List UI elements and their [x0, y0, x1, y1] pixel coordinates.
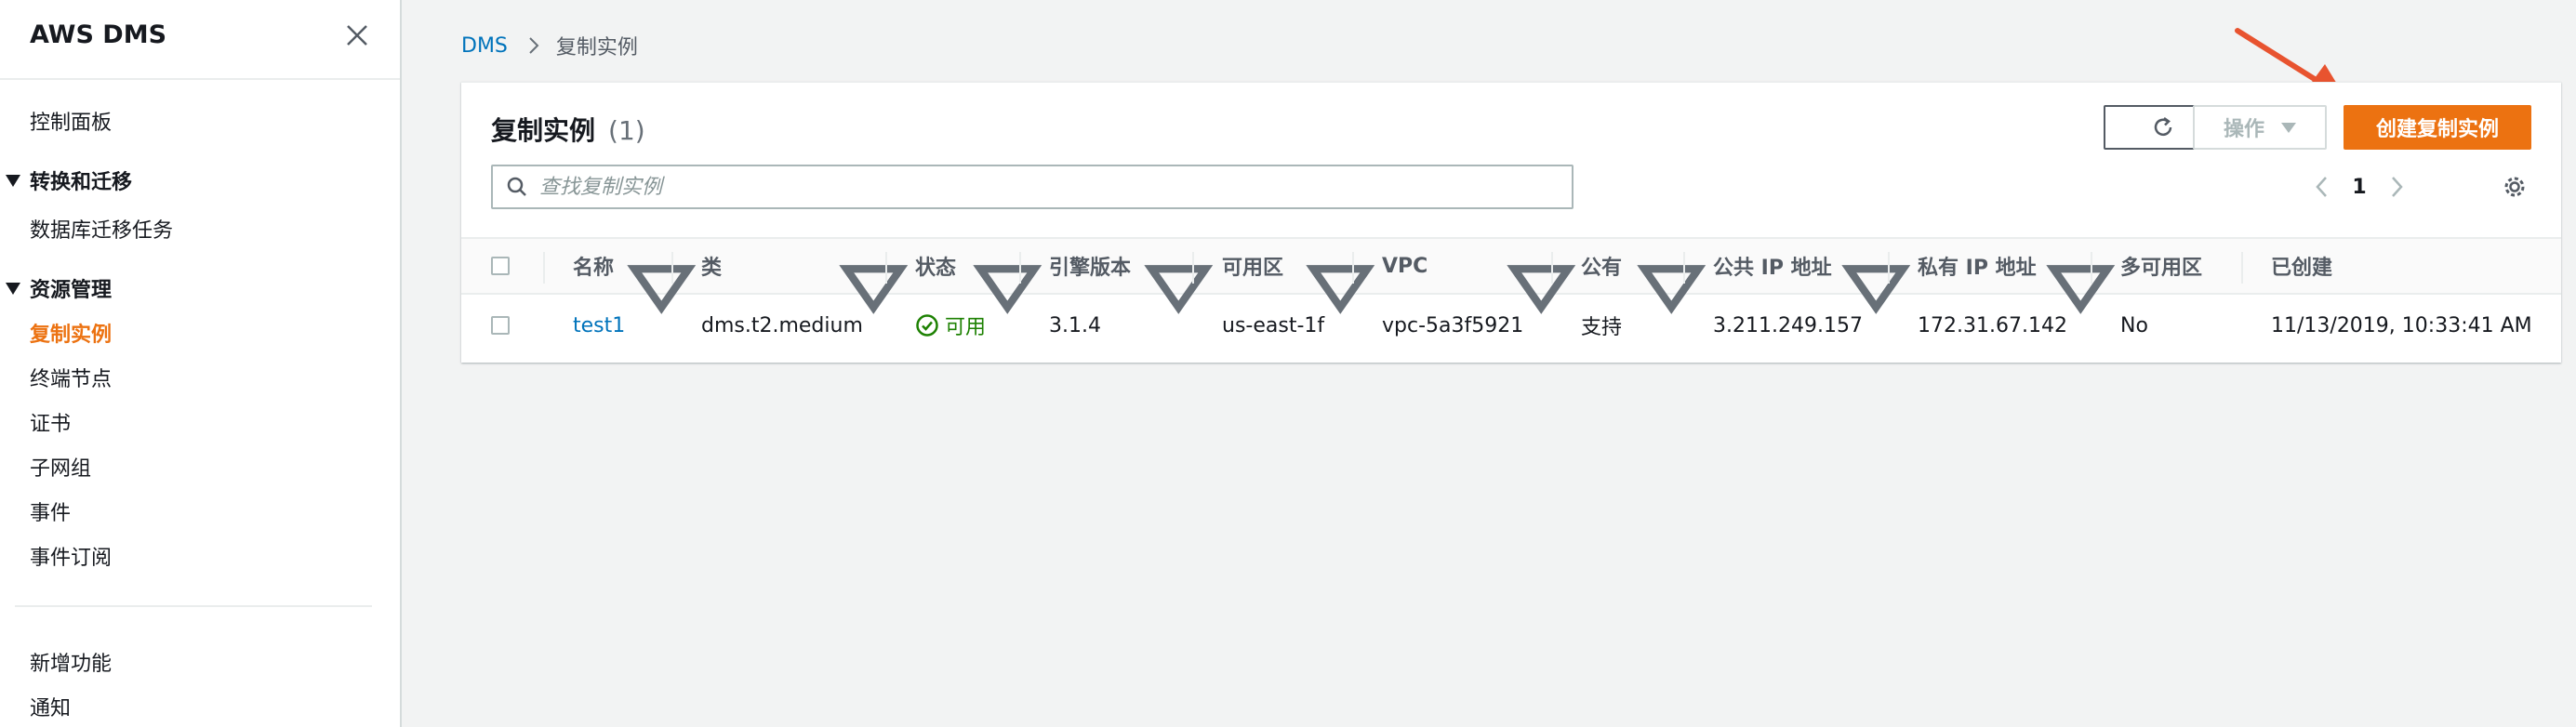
breadcrumb-current: 复制实例: [555, 36, 638, 59]
current-page-number[interactable]: 1: [2336, 176, 2383, 199]
caret-down-icon: [2281, 122, 2296, 133]
cell-private-ip: 172.31.67.142: [1918, 313, 2067, 337]
cell-class: dms.t2.medium: [701, 313, 863, 337]
caret-down-icon: [6, 282, 20, 295]
row-checkbox-cell: [491, 295, 510, 356]
cell-created: 11/13/2019, 10:33:41 AM: [2271, 313, 2532, 337]
sidebar-item-dashboard[interactable]: 控制面板: [30, 106, 112, 136]
replication-instances-panel: 复制实例 (1) 操作 创建复制实例 1: [461, 82, 2561, 363]
column-divider: [1551, 252, 1553, 284]
actions-dropdown-button[interactable]: 操作: [2193, 105, 2327, 150]
column-label: 私有 IP 地址: [1918, 257, 2037, 280]
sidebar-item-certificates[interactable]: 证书: [30, 407, 71, 437]
cell-public-ip: 3.211.249.157: [1713, 313, 1863, 337]
close-icon[interactable]: [344, 22, 370, 48]
column-label: 可用区: [1222, 257, 1284, 280]
caret-down-icon: [6, 174, 20, 187]
sidebar-divider: [15, 605, 372, 607]
column-label: 名称: [573, 257, 615, 280]
cell-status: 可用: [915, 295, 986, 356]
cell-vpc: vpc-5a3f5921: [1382, 313, 1524, 337]
column-header-created[interactable]: 已创建: [2271, 239, 2332, 293]
settings-gear-icon[interactable]: [2500, 172, 2530, 202]
sidebar-item-endpoints[interactable]: 终端节点: [30, 363, 112, 392]
sidebar-section-resources[interactable]: 资源管理: [6, 273, 112, 303]
breadcrumb-dms-link[interactable]: DMS: [461, 34, 508, 58]
status-badge: 可用: [915, 311, 986, 340]
instance-count: (1): [608, 115, 645, 146]
column-header-status[interactable]: 状态: [915, 239, 956, 293]
next-page-button[interactable]: [2383, 168, 2410, 205]
search-icon: [507, 177, 526, 196]
sidebar-item-event-subscriptions[interactable]: 事件订阅: [30, 541, 112, 571]
previous-page-button[interactable]: [2308, 168, 2336, 205]
table-row[interactable]: test1 dms.t2.medium 可用 3.1.4 us-east-1f …: [461, 295, 2561, 356]
column-label: 公有: [1581, 257, 1623, 280]
page-title: 复制实例 (1): [491, 111, 645, 148]
chevron-right-icon: [2392, 177, 2403, 197]
column-label: 公共 IP 地址: [1713, 257, 1832, 280]
chevron-left-icon: [2316, 177, 2327, 197]
sidebar-section-migration[interactable]: 转换和迁移: [6, 165, 132, 195]
panel-title-text: 复制实例: [491, 115, 596, 146]
cell-availability-zone: us-east-1f: [1222, 313, 1325, 337]
column-divider: [1352, 252, 1354, 284]
breadcrumb: DMS 复制实例: [461, 31, 638, 60]
column-header-class[interactable]: 类: [701, 239, 722, 293]
sidebar-header: AWS DMS: [0, 0, 400, 80]
column-label: VPC: [1382, 254, 1428, 278]
search-box[interactable]: [491, 165, 1573, 209]
column-header-multi-az[interactable]: 多可用区: [2120, 239, 2202, 293]
sidebar: AWS DMS 控制面板 转换和迁移 数据库迁移任务 资源管理 复制实例 终端节…: [0, 0, 402, 727]
column-header-public-ip[interactable]: 公共 IP 地址: [1713, 239, 1832, 293]
column-label: 类: [701, 257, 723, 280]
column-divider: [2091, 252, 2092, 284]
sidebar-section-label: 转换和迁移: [30, 171, 133, 194]
column-label: 引擎版本: [1049, 257, 1132, 280]
sidebar-item-whats-new[interactable]: 新增功能: [30, 647, 112, 677]
sidebar-item-migration-tasks[interactable]: 数据库迁移任务: [30, 214, 173, 244]
create-replication-instance-button[interactable]: 创建复制实例: [2344, 105, 2531, 150]
column-divider: [543, 252, 545, 284]
cell-public: 支持: [1581, 316, 1623, 339]
sidebar-item-events[interactable]: 事件: [30, 496, 71, 526]
sidebar-title: AWS DMS: [30, 20, 167, 49]
cell-multi-az: No: [2120, 313, 2148, 337]
column-divider: [885, 252, 887, 284]
column-divider: [1192, 252, 1194, 284]
select-all-checkbox-cell: [491, 239, 510, 293]
chevron-right-icon: [529, 37, 539, 54]
cell-engine-version: 3.1.4: [1049, 313, 1101, 337]
check-circle-icon: [916, 314, 938, 337]
refresh-icon: [2154, 116, 2172, 137]
column-header-availability-zone[interactable]: 可用区: [1222, 239, 1283, 293]
column-header-engine-version[interactable]: 引擎版本: [1049, 239, 1131, 293]
column-divider: [1888, 252, 1890, 284]
pagination: 1: [2308, 168, 2410, 205]
select-all-checkbox[interactable]: [491, 257, 510, 275]
column-divider: [671, 252, 673, 284]
sidebar-item-replication-instances[interactable]: 复制实例: [30, 318, 112, 348]
table-header: 名称 类 状态 引擎版本 可用区 VPC 公有 公共 IP 地址 私有 IP 地…: [461, 237, 2561, 314]
column-header-public[interactable]: 公有: [1581, 239, 1622, 293]
column-label: 多可用区: [2120, 257, 2203, 280]
row-select-checkbox[interactable]: [491, 316, 510, 335]
column-divider: [2241, 252, 2243, 284]
sidebar-section-label: 资源管理: [30, 279, 113, 302]
column-label: 状态: [915, 257, 957, 280]
status-text: 可用: [945, 316, 987, 339]
column-divider: [1019, 252, 1021, 284]
column-divider: [1683, 252, 1685, 284]
actions-label: 操作: [2223, 118, 2264, 141]
sidebar-item-subnet-groups[interactable]: 子网组: [30, 452, 91, 482]
column-label: 已创建: [2271, 257, 2333, 280]
search-input[interactable]: [539, 175, 1553, 199]
column-header-private-ip[interactable]: 私有 IP 地址: [1918, 239, 2037, 293]
sidebar-item-notifications[interactable]: 通知: [30, 692, 71, 721]
column-header-vpc[interactable]: VPC: [1382, 239, 1427, 293]
instance-name-link[interactable]: test1: [573, 295, 625, 356]
column-header-name[interactable]: 名称: [573, 239, 614, 293]
